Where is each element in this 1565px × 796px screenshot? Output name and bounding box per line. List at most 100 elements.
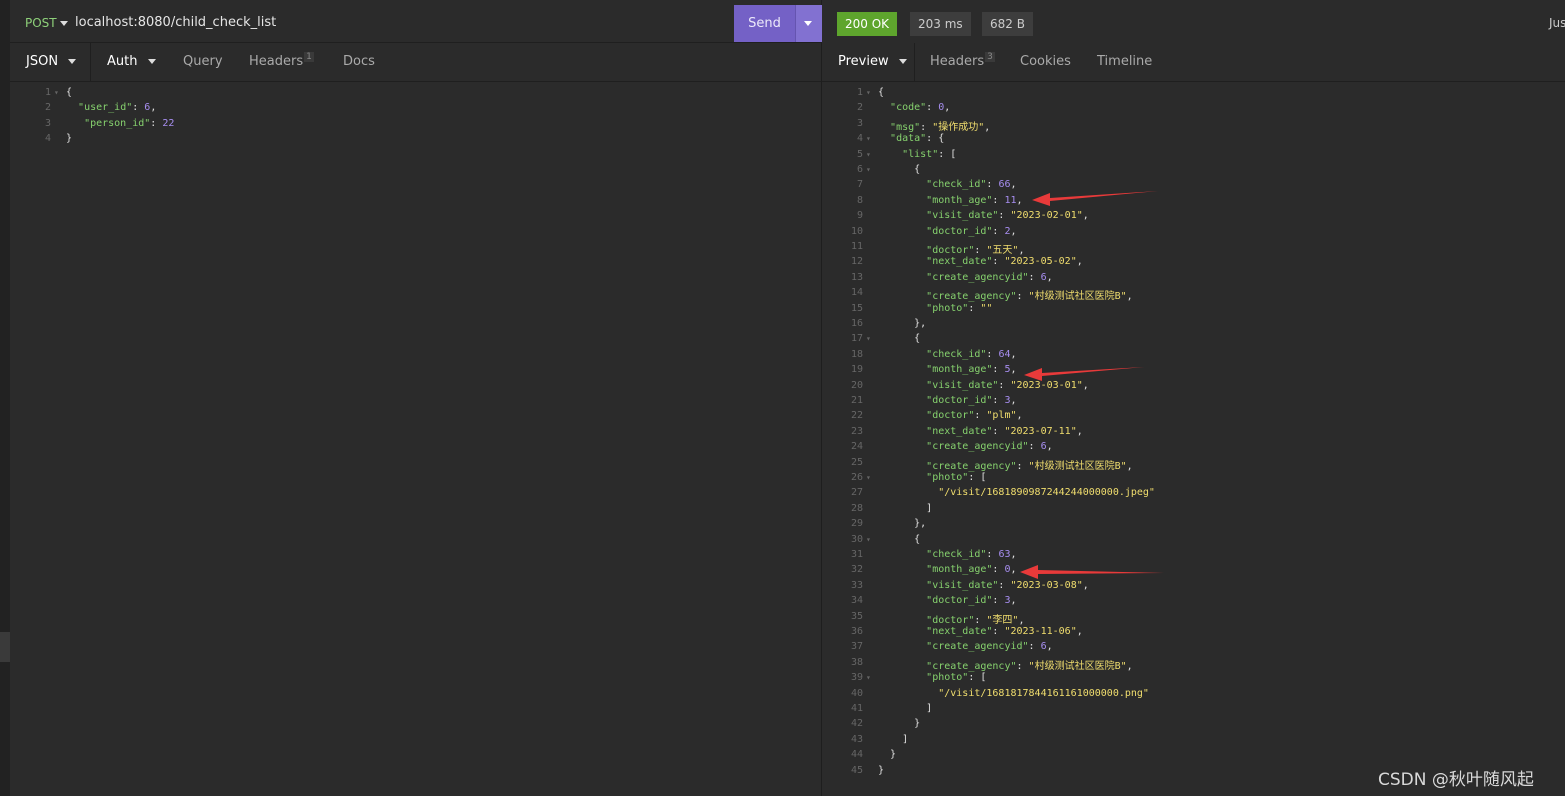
line-number: 2 — [44, 102, 51, 114]
line-number: 30 — [850, 533, 863, 545]
line-number: 18 — [850, 348, 863, 360]
tab-timeline-label: Timeline — [1097, 54, 1153, 69]
code-line: "data": { — [890, 133, 945, 145]
code-line: } — [878, 749, 897, 761]
http-method-selector[interactable]: POST — [25, 16, 57, 30]
line-number: 42 — [850, 718, 863, 730]
tab-timeline[interactable]: Timeline — [1097, 43, 1152, 81]
fold-toggle-icon[interactable]: ▾ — [866, 150, 871, 159]
response-tabs: Preview Headers 3 Cookies Timeline — [822, 43, 1565, 82]
tab-docs-label: Docs — [343, 54, 375, 69]
code-line: "month_age": 11, — [926, 194, 1023, 206]
fold-toggle-icon[interactable]: ▾ — [866, 473, 871, 482]
code-line: "create_agencyid": 6, — [926, 441, 1053, 453]
code-line: "month_age": 5, — [926, 364, 1017, 376]
line-number: 17 — [850, 333, 863, 345]
fold-toggle-icon[interactable]: ▾ — [866, 334, 871, 343]
fold-toggle-icon[interactable]: ▾ — [54, 88, 59, 97]
line-number: 45 — [850, 764, 863, 776]
line-number: 14 — [850, 287, 863, 299]
line-number: 21 — [850, 395, 863, 406]
line-number: 1 — [856, 87, 863, 98]
line-number: 12 — [850, 256, 863, 268]
fold-toggle-icon[interactable]: ▾ — [866, 88, 871, 97]
code-line: "create_agencyid": 6, — [926, 641, 1053, 653]
fold-toggle-icon[interactable]: ▾ — [866, 134, 871, 143]
code-line: "/visit/1681817844161161000000.png" — [938, 687, 1149, 699]
fold-toggle-icon[interactable]: ▾ — [866, 673, 871, 682]
tab-docs[interactable]: Docs — [343, 43, 375, 81]
line-number: 3 — [856, 117, 863, 129]
code-line: "next_date": "2023-11-06", — [926, 626, 1083, 637]
headers-count-badge: 1 — [304, 52, 314, 62]
annotation-arrow-icon — [1024, 367, 1144, 381]
code-line: "doctor_id": 3, — [926, 595, 1017, 607]
code-line: "create_agency": "村级测试社区医院B", — [926, 460, 1133, 472]
status-badge: 200 OK — [837, 12, 898, 36]
code-line: "person_id": 22 — [84, 117, 175, 129]
code-line: "check_id": 63, — [926, 549, 1017, 560]
line-number: 44 — [850, 749, 863, 761]
line-number: 31 — [850, 549, 863, 560]
url-input[interactable]: localhost:8080/child_check_list — [75, 15, 276, 30]
line-number: 11 — [850, 241, 863, 252]
code-line: "doctor": "plm", — [926, 410, 1023, 422]
line-number: 9 — [856, 210, 863, 222]
line-number: 5 — [856, 148, 863, 160]
line-number: 23 — [850, 425, 863, 437]
code-line: "create_agencyid": 6, — [926, 271, 1053, 283]
code-line: "msg": "操作成功", — [890, 121, 991, 133]
response-pane: 200 OK 203 ms 682 B Jus Preview Headers 3… — [822, 0, 1565, 796]
code-line: } — [878, 718, 921, 730]
line-number: 22 — [850, 410, 863, 422]
code-line: { — [878, 533, 921, 545]
truncated-label: Jus — [1549, 16, 1565, 30]
code-line: "doctor_id": 2, — [926, 225, 1017, 237]
tab-query[interactable]: Query — [183, 43, 223, 81]
tab-json[interactable]: JSON — [10, 43, 91, 81]
send-button[interactable]: Send — [734, 5, 795, 42]
line-number: 38 — [850, 656, 863, 668]
fold-toggle-icon[interactable]: ▾ — [866, 165, 871, 174]
line-number: 35 — [850, 610, 863, 622]
edge-marker — [0, 632, 10, 662]
line-number: 27 — [850, 487, 863, 499]
send-options-button[interactable] — [795, 5, 822, 42]
line-number: 24 — [850, 441, 863, 453]
tab-preview[interactable]: Preview — [822, 43, 915, 81]
line-number: 8 — [856, 194, 863, 206]
line-number: 4 — [44, 133, 51, 145]
code-line: { — [66, 87, 73, 98]
code-line: "doctor_id": 3, — [926, 395, 1017, 406]
code-line: "month_age": 0, — [926, 564, 1017, 576]
line-number: 37 — [850, 641, 863, 653]
line-number: 20 — [850, 379, 863, 391]
code-line: "photo": [ — [926, 672, 987, 684]
tab-response-headers[interactable]: Headers 3 — [930, 43, 995, 81]
line-number: 26 — [850, 472, 863, 483]
tab-json-label: JSON — [26, 54, 59, 69]
code-line: { — [878, 333, 921, 345]
code-line: }, — [878, 518, 927, 530]
response-size-badge: 682 B — [982, 12, 1033, 36]
code-line: ] — [878, 733, 909, 745]
code-line: "/visit/1681890987244244000000.jpeg" — [938, 487, 1155, 499]
line-number: 39 — [850, 672, 863, 684]
url-bar: POST localhost:8080/child_check_list Sen… — [10, 4, 822, 43]
watermark: CSDN @秋叶随风起 — [1378, 770, 1534, 790]
line-number: 15 — [850, 302, 863, 314]
code-line: "next_date": "2023-07-11", — [926, 425, 1083, 437]
tab-auth[interactable]: Auth — [107, 43, 156, 81]
fold-toggle-icon[interactable]: ▾ — [866, 535, 871, 544]
tab-cookies[interactable]: Cookies — [1020, 43, 1071, 81]
headers-count-badge: 3 — [985, 52, 995, 62]
line-number: 2 — [856, 102, 863, 114]
tab-headers[interactable]: Headers 1 — [249, 43, 314, 81]
chevron-down-icon — [804, 21, 812, 26]
chevron-down-icon[interactable] — [60, 21, 68, 26]
window-left-edge — [0, 0, 10, 796]
chevron-down-icon — [898, 59, 907, 64]
line-number: 36 — [850, 626, 863, 637]
line-number: 28 — [850, 502, 863, 514]
code-line: "visit_date": "2023-02-01", — [926, 210, 1089, 222]
